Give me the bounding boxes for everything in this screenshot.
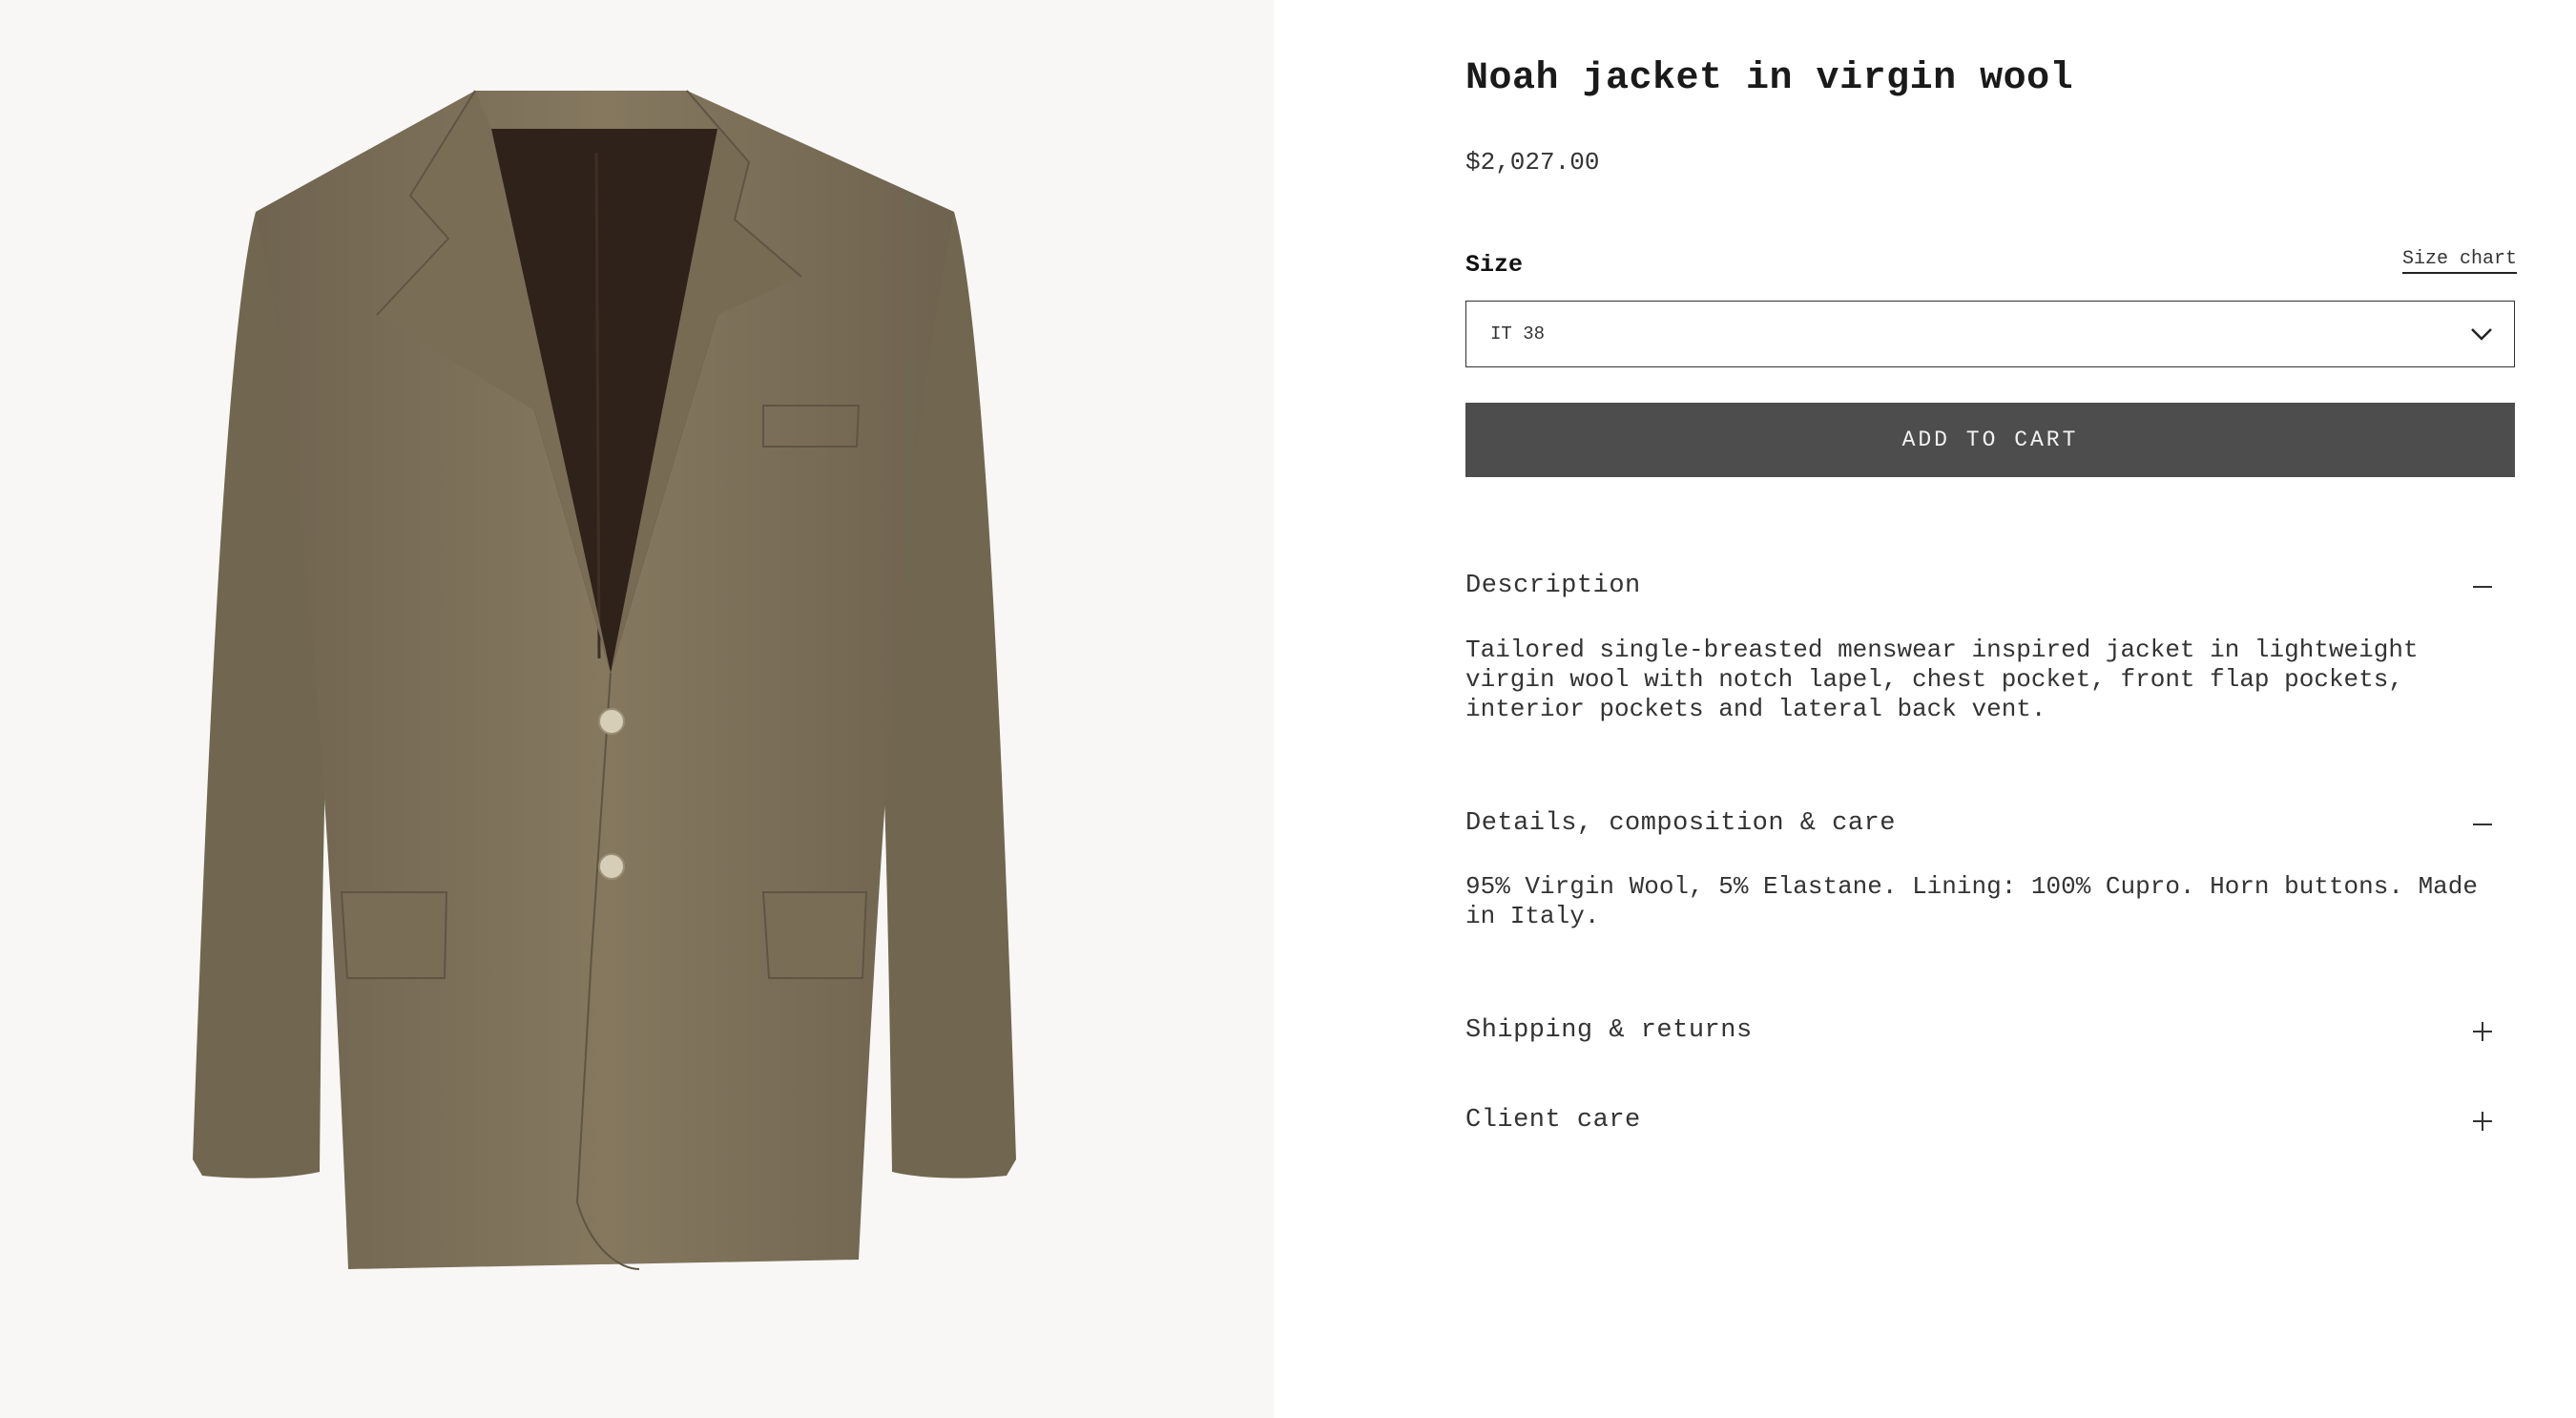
accordion-title: Client care <box>1465 1106 1641 1135</box>
accordion-client-care[interactable]: Client care <box>1465 1098 2515 1146</box>
size-select[interactable]: IT 38 <box>1465 301 2515 367</box>
product-title: Noah jacket in virgin wool <box>1465 57 2074 100</box>
product-info-panel: Noah jacket in virgin wool $2,027.00 Siz… <box>1465 0 2517 1418</box>
plus-icon <box>2473 1112 2492 1131</box>
product-gallery[interactable] <box>0 0 1274 1418</box>
size-selected-value: IT 38 <box>1490 323 1546 344</box>
size-chart-link[interactable]: Size chart <box>2401 248 2517 274</box>
accordion-description-body: Tailored single-breasted menswear inspir… <box>1465 636 2419 723</box>
plus-icon <box>2473 1022 2492 1041</box>
chevron-down-icon <box>2471 328 2492 341</box>
accordion-shipping[interactable]: Shipping & returns <box>1465 1009 2515 1056</box>
accordion-details[interactable]: Details, composition & care <box>1465 802 2515 849</box>
accordion-description[interactable]: Description <box>1465 564 2515 612</box>
minus-icon <box>2473 586 2492 588</box>
minus-icon <box>2473 824 2492 825</box>
product-page: Noah jacket in virgin wool $2,027.00 Siz… <box>0 0 2576 1418</box>
add-to-cart-button[interactable]: ADD TO CART <box>1465 403 2515 477</box>
jacket-image <box>193 90 1016 1270</box>
product-price: $2,027.00 <box>1465 148 1600 177</box>
size-label: Size <box>1465 251 1524 279</box>
accordion-title: Details, composition & care <box>1465 809 1896 838</box>
accordion-details-body: 95% Virgin Wool, 5% Elastane. Lining: 10… <box>1465 872 2478 930</box>
accordion-title: Description <box>1465 572 1641 600</box>
accordion-title: Shipping & returns <box>1465 1016 1753 1045</box>
